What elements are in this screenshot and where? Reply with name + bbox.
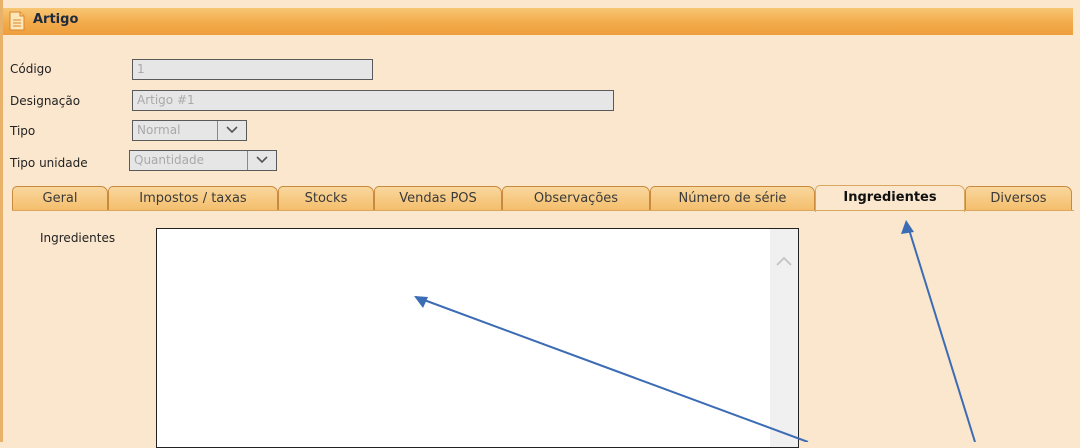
tab-observacoes[interactable]: Observações (502, 186, 650, 211)
tipo-unidade-label: Tipo unidade (10, 156, 88, 170)
tab-panel-divider (12, 210, 1074, 211)
tab-geral[interactable]: Geral (12, 186, 108, 211)
document-icon (9, 11, 25, 31)
tipo-unidade-value: Quantidade (134, 153, 205, 167)
chevron-up-icon[interactable] (776, 255, 792, 269)
chevron-down-icon[interactable] (247, 151, 276, 170)
ingredientes-label: Ingredientes (40, 231, 116, 245)
tab-stocks[interactable]: Stocks (278, 186, 374, 211)
designacao-label: Designação (10, 94, 81, 108)
designacao-field[interactable]: Artigo #1 (132, 90, 614, 111)
scrollbar[interactable] (770, 229, 798, 447)
window-title: Artigo (33, 12, 79, 27)
codigo-label: Código (10, 62, 52, 76)
chevron-down-icon[interactable] (217, 121, 246, 140)
tab-diversos[interactable]: Diversos (965, 186, 1072, 211)
tipo-unidade-select[interactable]: Quantidade (129, 150, 277, 171)
tab-impostos-taxas[interactable]: Impostos / taxas (108, 186, 278, 211)
codigo-field[interactable]: 1 (132, 59, 373, 80)
tab-vendas-pos[interactable]: Vendas POS (374, 186, 502, 211)
arrow-to-ingredientes-tab (906, 222, 976, 442)
window-left-border (0, 0, 3, 442)
tipo-value: Normal (137, 123, 181, 137)
tipo-label: Tipo (10, 124, 36, 138)
tab-ingredientes[interactable]: Ingredientes (815, 185, 965, 212)
tab-bar: Geral Impostos / taxas Stocks Vendas POS… (12, 185, 1074, 212)
tipo-select[interactable]: Normal (132, 120, 247, 141)
ingredientes-textarea[interactable] (156, 228, 799, 448)
tab-numero-de-serie[interactable]: Número de série (650, 186, 815, 211)
window-header: Artigo (3, 8, 1073, 35)
